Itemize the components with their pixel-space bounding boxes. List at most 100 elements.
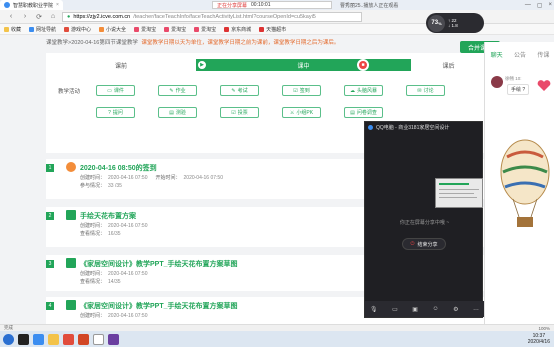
activity-label: 考试 <box>237 88 248 94</box>
bookmark-icon <box>29 26 35 32</box>
url-path: /teacher/faceTeachInfo/faceTeachActivity… <box>133 13 316 20</box>
progress-value: 33 /35 <box>108 183 122 189</box>
activity-icon: ▤ <box>169 109 174 116</box>
video-icon[interactable]: ▭ <box>392 306 398 313</box>
progress-label: 参与情况： <box>80 183 106 189</box>
refresh-icon[interactable]: ⟳ <box>34 12 44 22</box>
activity-button[interactable]: ☑ 投票 <box>220 107 259 118</box>
usage-gauge: 73% <box>428 14 445 32</box>
hot-air-balloon-illustration <box>500 139 550 227</box>
chat-panel: 聊天 公告 传课 徐畅 10: 手绘 ? <box>484 42 554 324</box>
bookmark-label: 小说大全 <box>106 26 127 33</box>
stage-after[interactable]: 课后 <box>411 59 486 71</box>
checkin-icon <box>66 162 76 172</box>
activity-button[interactable]: ▤ 问卷调查 <box>344 107 383 118</box>
qq-penguin-taskbar-icon[interactable] <box>93 333 104 345</box>
minimize-icon[interactable]: — <box>525 2 531 8</box>
forward-icon[interactable]: › <box>20 12 30 22</box>
qq-toolbar: 🎙 ▭ ▣ ☺ ⚙ … <box>365 301 484 317</box>
item-number: 1 <box>46 164 54 172</box>
close-icon[interactable]: × <box>56 2 59 8</box>
item-number: 4 <box>46 302 54 310</box>
system-clock[interactable]: 10:37 2020/4/16 <box>528 331 550 347</box>
bookmark-item[interactable]: 京东商城 <box>224 26 251 33</box>
item-title[interactable]: 手绘天花布置方案 <box>80 211 136 221</box>
maximize-icon[interactable]: ▢ <box>537 2 543 9</box>
bookmark-item[interactable]: 爱淘宝 <box>194 26 216 33</box>
bookmark-label: 网址导航 <box>36 26 57 33</box>
activity-button[interactable]: ▭ 课件 <box>96 85 135 96</box>
activity-label: 签到 <box>299 88 310 94</box>
settings-icon[interactable]: ⚙ <box>453 306 458 313</box>
bookmark-item[interactable]: 网址导航 <box>29 26 56 33</box>
stage-tabs: 课前 课中 课后 ▶ ■ <box>46 59 486 71</box>
bookmark-label: 爱淘宝 <box>201 26 217 33</box>
screen-share-indicator[interactable]: 正在分享屏幕 00:10:01 <box>212 1 332 9</box>
bookmark-icon <box>134 26 140 32</box>
usage-value: 73 <box>431 20 439 26</box>
stop-sharing-button[interactable]: ⏻ 结束分享 <box>402 238 446 250</box>
bookmark-item[interactable]: 游戏中心 <box>64 26 91 33</box>
share-screen-icon[interactable]: ▣ <box>412 306 418 313</box>
tab-title: 智慧职教职业学院 <box>13 2 54 9</box>
item-number: 3 <box>46 260 54 268</box>
start-icon[interactable] <box>3 333 14 345</box>
bookmark-item[interactable]: 爱淘宝 <box>134 26 156 33</box>
network-speed-widget[interactable]: 73% ↑ 22 ↓ 1.8 <box>426 13 484 33</box>
item-progress: 查看情况： 16/35 <box>80 230 121 237</box>
bookmark-item[interactable]: 天猫超市 <box>259 26 286 33</box>
qq-taskbar-icon[interactable] <box>18 333 29 345</box>
item-progress: 查看情况： 14/35 <box>80 278 121 285</box>
bookmark-label: 京东商城 <box>231 26 252 33</box>
item-title[interactable]: 《家居空间设计》教学PPT_手绘天花布置方案草图 <box>80 259 238 269</box>
qq-logo-icon <box>368 124 373 130</box>
download-rate: ↓ 1.8 <box>448 23 458 28</box>
tab-chat[interactable]: 聊天 <box>491 50 503 59</box>
activity-label: 讨论 <box>423 88 434 94</box>
bookmark-item[interactable]: 小说大全 <box>99 26 126 33</box>
bookmark-icon <box>194 26 200 32</box>
play-icon[interactable]: ▶ <box>196 59 208 71</box>
activity-button[interactable]: ☁ 头脑风暴 <box>344 85 383 96</box>
activity-icon: ☁ <box>349 87 355 94</box>
activity-button[interactable]: ✉ 讨论 <box>406 85 445 96</box>
url-host: https://zjy2.icve.com.cn <box>73 13 131 20</box>
activity-button[interactable]: ✎ 考试 <box>220 85 259 96</box>
members-icon[interactable]: ☺ <box>432 306 438 312</box>
media-taskbar-icon[interactable] <box>63 333 74 345</box>
activity-button[interactable]: ? 提问 <box>96 107 135 118</box>
tab-notice[interactable]: 公告 <box>514 50 526 59</box>
home-icon[interactable]: ⌂ <box>48 12 58 22</box>
browser-taskbar-icon[interactable] <box>33 333 44 345</box>
qq-window-title: QQ电脑 - 商业3181家居空间设计 <box>376 124 450 131</box>
back-icon[interactable]: ‹ <box>6 12 16 22</box>
created-value: 2020-04-16 07:50 <box>108 313 148 319</box>
close-window-icon[interactable]: × <box>548 2 552 8</box>
app-taskbar-icon[interactable] <box>108 333 119 345</box>
microphone-icon[interactable]: 🎙 <box>370 306 378 313</box>
folder-taskbar-icon[interactable] <box>48 333 59 345</box>
bookmark-item[interactable]: 爱淘宝 <box>164 26 186 33</box>
zoom-level[interactable]: 100% <box>538 326 550 331</box>
url-input[interactable]: ● https://zjy2.icve.com.cn/teacher/faceT… <box>62 11 362 22</box>
activity-button[interactable]: ▤ 测验 <box>158 107 197 118</box>
created-value: 2020-04-16 07:50 <box>108 175 148 181</box>
activity-button[interactable]: ✎ 作业 <box>158 85 197 96</box>
stop-icon[interactable]: ■ <box>357 59 369 71</box>
browser-tab[interactable]: 智慧职教职业学院 × <box>0 0 63 10</box>
progress-value: 14/35 <box>108 279 121 285</box>
more-icon[interactable]: … <box>473 306 479 312</box>
share-status: 曹秀丽25..播放人正在观看 <box>340 3 399 9</box>
item-title[interactable]: 2020-04-16 08:50的签到 <box>80 163 157 173</box>
bookmark-item[interactable]: 收藏 <box>4 26 21 33</box>
chat-tabs: 聊天 公告 传课 <box>485 50 554 59</box>
tab-file[interactable]: 传课 <box>537 50 549 59</box>
stage-before[interactable]: 课前 <box>46 59 196 71</box>
powerpoint-taskbar-icon[interactable] <box>78 333 89 345</box>
share-label: 正在分享屏幕 <box>217 2 248 9</box>
activity-button[interactable]: ☑ 签到 <box>282 85 321 96</box>
activity-button[interactable]: ⚔ 小组PK <box>282 107 321 118</box>
stage-during[interactable]: 课中 <box>196 59 411 71</box>
item-title[interactable]: 《家居空间设计》教学PPT_手绘天花布置方案草图 <box>80 301 238 311</box>
taskbar <box>0 331 554 347</box>
